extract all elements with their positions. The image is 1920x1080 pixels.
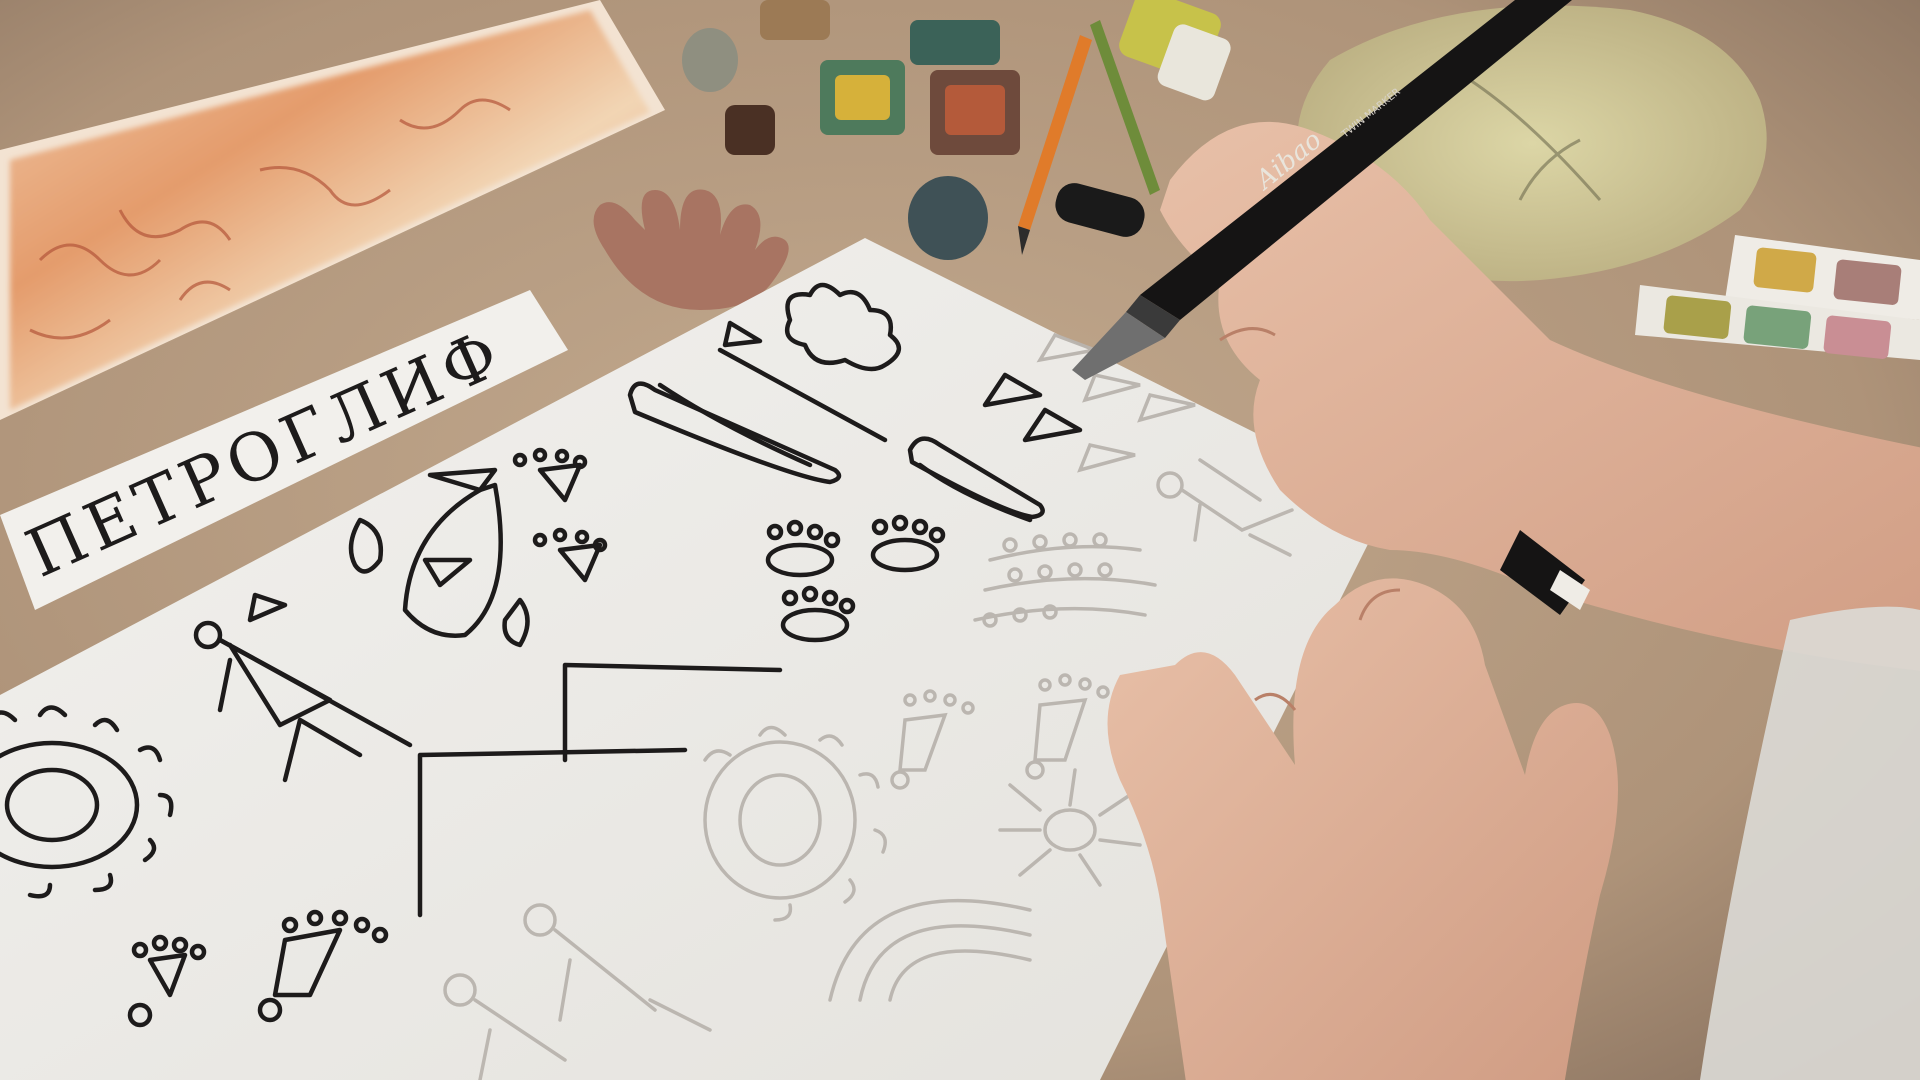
- pigment-block-dark: [725, 105, 775, 155]
- paint-tin-green: [910, 20, 1000, 65]
- photo-scene: ПЕТРОГЛИФ Aibao TWIN MARKER: [0, 0, 1920, 1080]
- stone-dark-blue: [908, 176, 988, 260]
- paint-pan-red-fill: [945, 85, 1005, 135]
- scene-svg: ПЕТРОГЛИФ Aibao TWIN MARKER: [0, 0, 1920, 1080]
- cork-piece: [760, 0, 830, 40]
- stone-pebble: [682, 28, 738, 92]
- paint-pan-yellow-fill: [835, 75, 890, 120]
